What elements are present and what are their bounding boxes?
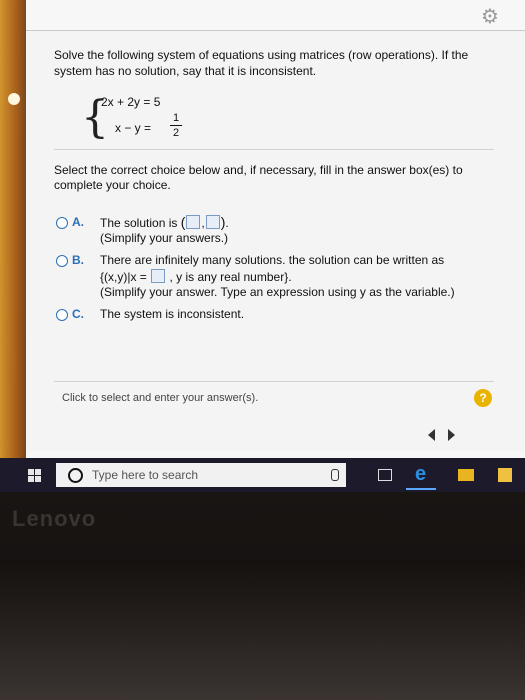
microphone-icon[interactable]: [331, 469, 339, 481]
windows-pane: [35, 469, 41, 475]
status-text: Click to select and enter your answer(s)…: [62, 392, 259, 404]
windows-pane: [35, 476, 41, 482]
equation-system: { 2x + 2y = 5 x − y = 1 2: [81, 91, 221, 161]
radio-c[interactable]: [56, 309, 68, 321]
laptop-lower-bezel: [0, 560, 525, 700]
brand-logo: Lenovo: [12, 506, 97, 531]
answer-box-x-expression[interactable]: [151, 269, 166, 283]
chevron-left-icon[interactable]: [428, 429, 435, 441]
choice-a-prefix: The solution is: [100, 216, 178, 230]
answer-box-y[interactable]: [205, 215, 220, 229]
choice-b-set: {(x,y)|x = , y is any real number}.: [100, 269, 292, 285]
question-panel: Solve the following system of equations …: [26, 30, 525, 451]
chevron-right-icon[interactable]: [448, 429, 455, 441]
search-icon: [68, 468, 83, 483]
fraction-bar: [170, 125, 182, 126]
answer-box-x[interactable]: [186, 215, 201, 229]
taskbar-search-box[interactable]: Type here to search: [56, 463, 346, 487]
windows-icon[interactable]: [28, 469, 42, 483]
task-view-icon[interactable]: [378, 469, 392, 481]
paren-close: ): [220, 214, 226, 230]
choice-b-text: There are infinitely many solutions. the…: [100, 253, 445, 267]
taskbar: Type here to search e: [0, 458, 525, 492]
app-screen: ⚙ Solve the following system of equation…: [26, 0, 525, 460]
fraction-numerator: 1: [172, 112, 180, 124]
radio-a[interactable]: [56, 217, 68, 229]
edge-icon[interactable]: e: [415, 463, 426, 485]
choice-b-set-suffix: , y is any real number}.: [169, 270, 292, 284]
search-placeholder: Type here to search: [92, 468, 199, 482]
choice-c-letter: C.: [72, 307, 84, 321]
question-prompt: Solve the following system of equations …: [54, 48, 469, 78]
choice-c-text: The system is inconsistent.: [100, 307, 245, 321]
light-reflection: [8, 93, 20, 105]
question-icon[interactable]: ?: [474, 389, 492, 407]
choice-b-set-prefix: {(x,y)|x =: [100, 270, 147, 284]
folder-icon[interactable]: [458, 469, 474, 481]
equation-1: 2x + 2y = 5: [101, 95, 161, 109]
active-app-indicator: [406, 488, 436, 490]
windows-pane: [28, 469, 34, 475]
instructions: Select the correct choice below and, if …: [54, 163, 463, 192]
choice-b-letter: B.: [72, 253, 84, 267]
gear-icon[interactable]: ⚙: [479, 6, 501, 28]
choice-b-note: (Simplify your answer. Type an expressio…: [100, 285, 455, 299]
equation-2-lhs: x − y =: [115, 121, 152, 135]
paren-open: (: [180, 214, 186, 230]
equation-2-fraction: 1 2: [170, 112, 182, 139]
windows-pane: [28, 476, 34, 482]
fraction-denominator: 2: [172, 127, 180, 139]
divider: [54, 149, 494, 150]
choice-a-letter: A.: [72, 215, 84, 229]
store-icon[interactable]: [498, 468, 512, 482]
radio-b[interactable]: [56, 255, 68, 267]
choice-a-text: The solution is (,).: [100, 214, 229, 231]
choice-a-note: (Simplify your answers.): [100, 231, 229, 245]
footer-divider: [54, 381, 494, 382]
